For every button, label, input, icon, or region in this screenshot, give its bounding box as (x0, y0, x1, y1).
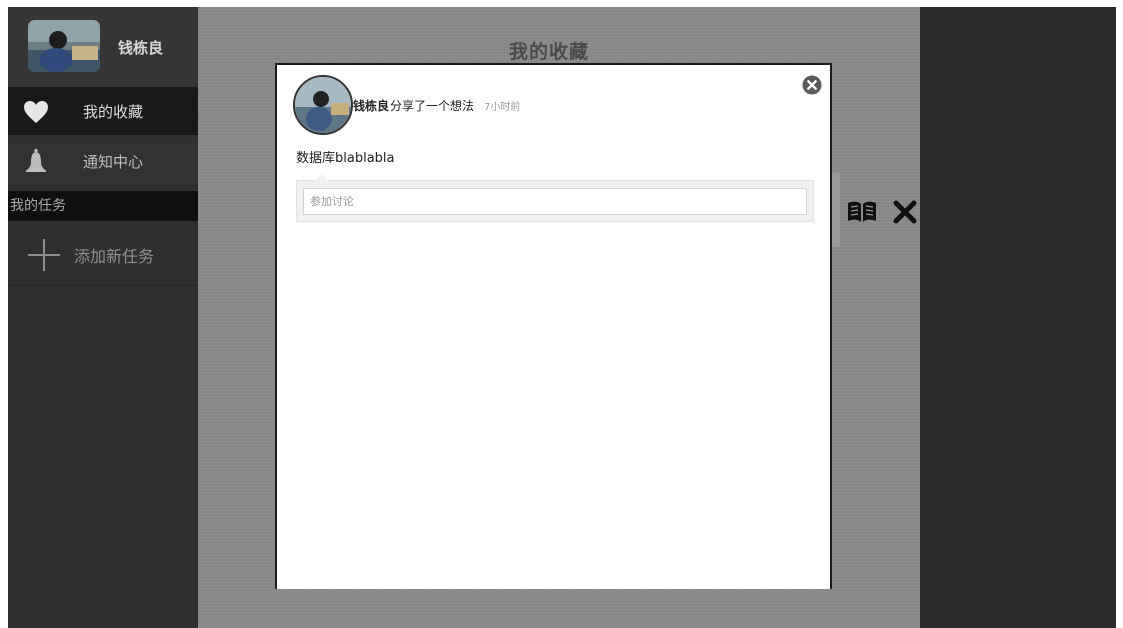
plus-icon (28, 239, 60, 271)
profile-photo[interactable] (28, 20, 100, 72)
sidebar-item-label: 通知中心 (83, 153, 144, 171)
post-action: 分享了一个想法 (390, 99, 475, 113)
section-header-my-tasks: 我的任务 (8, 191, 198, 221)
bell-icon (26, 149, 46, 172)
post-modal: 钱栋良 分享了一个想法 7小时前 数据库blablabla (275, 63, 832, 589)
discussion-box (296, 174, 814, 222)
page-title: 我的收藏 (508, 41, 589, 63)
sidebar: 钱栋良 我的收藏 通知中心 我的任务 添加新任务 (8, 7, 198, 628)
post-timestamp: 7小时前 (484, 102, 521, 113)
sidebar-item-notifications[interactable]: 通知中心 (8, 137, 198, 186)
right-panel (920, 7, 1116, 628)
app-window: 钱栋良 我的收藏 通知中心 我的任务 添加新任务 我的收藏 钱栋良 分享了一个想… (8, 7, 1116, 628)
sidebar-item-label: 我的收藏 (83, 103, 144, 121)
profile-name: 钱栋良 (118, 39, 164, 57)
close-x-icon[interactable] (892, 199, 918, 225)
heart-icon (24, 101, 48, 123)
comment-input[interactable] (303, 188, 807, 215)
discussion-notch (315, 174, 329, 181)
author-avatar[interactable] (293, 75, 353, 135)
post-author[interactable]: 钱栋良 (353, 97, 389, 114)
post-body: 数据库blablabla (296, 151, 395, 166)
sidebar-item-favorites[interactable]: 我的收藏 (8, 87, 198, 135)
add-task-label: 添加新任务 (74, 247, 155, 266)
post-headline: 钱栋良 分享了一个想法 7小时前 (353, 97, 520, 114)
close-circle-icon[interactable] (802, 75, 822, 95)
book-icon[interactable] (846, 200, 878, 224)
profile-header[interactable]: 钱栋良 (8, 7, 198, 88)
add-task-button[interactable]: 添加新任务 (8, 229, 198, 286)
